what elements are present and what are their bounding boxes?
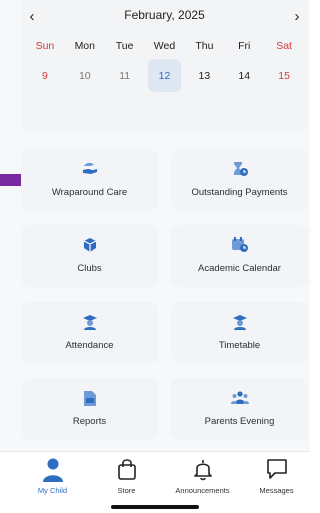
bell-icon [164, 458, 241, 482]
calendar-date[interactable]: 10 [65, 59, 105, 92]
calendar-date[interactable]: 14 [224, 59, 264, 92]
calendar-date[interactable]: 11 [105, 59, 145, 92]
calendar-clock-icon [171, 237, 308, 255]
tile-parents-evening[interactable]: Parents Evening [171, 378, 308, 440]
calendar-date[interactable]: 9 [25, 59, 65, 92]
nav-my-child[interactable]: My Child [14, 458, 91, 498]
graduation-cap-icon [171, 314, 308, 332]
shopping-bag-icon [88, 458, 165, 482]
document-icon [21, 390, 158, 408]
calendar-header: ‹ February, 2025 › [21, 7, 308, 27]
weekday-label: Tue [115, 40, 134, 52]
weekday-label: Sun [35, 40, 55, 52]
chat-bubble-icon [238, 458, 315, 482]
nav-label: Announcements [175, 486, 230, 495]
date-number: 11 [119, 69, 131, 82]
weekday-label: Wed [153, 40, 176, 52]
nav-label: Messages [259, 486, 294, 495]
calendar-date[interactable]: 13 [184, 59, 224, 92]
app-screen: ‹ February, 2025 › Sun Mon Tue Wed Thu F… [0, 0, 310, 513]
tile-clubs[interactable]: Clubs [21, 225, 158, 287]
date-number: 10 [78, 69, 91, 82]
calendar-card: ‹ February, 2025 › Sun Mon Tue Wed Thu F… [21, 0, 308, 131]
tile-academic-calendar[interactable]: Academic Calendar [171, 225, 308, 287]
date-number: 14 [238, 69, 251, 82]
tile-label: Clubs [77, 263, 102, 274]
chevron-right-icon[interactable]: › [289, 7, 305, 27]
weekday-label: Fri [238, 40, 251, 52]
nav-label: Store [117, 486, 136, 495]
tile-label: Timetable [218, 340, 261, 351]
nav-announcements[interactable]: Announcements [164, 458, 241, 498]
calendar-date[interactable]: 15 [264, 59, 304, 92]
nav-store[interactable]: Store [88, 458, 165, 498]
tile-label: Academic Calendar [198, 263, 281, 274]
calendar-month-label: February, 2025 [124, 8, 205, 22]
date-number: 9 [42, 69, 48, 82]
person-icon [14, 458, 91, 482]
bottom-nav: My Child Store Announcements Messages [0, 451, 310, 513]
weekday-row: Sun Mon Tue Wed Thu Fri Sat [25, 40, 304, 52]
tile-wraparound-care[interactable]: Wraparound Care [21, 149, 158, 211]
home-indicator [111, 505, 199, 509]
weekday-label: Mon [74, 40, 95, 52]
tile-label: Attendance [65, 340, 114, 351]
tile-outstanding-payments[interactable]: Outstanding Payments [171, 149, 308, 211]
tile-label: Outstanding Payments [191, 187, 288, 198]
date-row: 9 10 11 12 13 14 15 [25, 59, 304, 92]
hourglass-icon [171, 161, 308, 179]
date-number: 15 [278, 69, 290, 82]
tile-timetable[interactable]: Timetable [171, 302, 308, 364]
tile-label: Reports [72, 416, 107, 427]
tile-label: Wraparound Care [51, 187, 128, 198]
hand-heart-icon [21, 161, 158, 179]
nav-label: My Child [37, 486, 68, 495]
nav-messages[interactable]: Messages [238, 458, 315, 498]
date-number: 13 [198, 69, 211, 82]
cube-icon [21, 237, 158, 255]
graduation-cap-icon [21, 314, 158, 332]
tile-attendance[interactable]: Attendance [21, 302, 158, 364]
date-number: 12 [148, 59, 181, 92]
tile-label: Parents Evening [204, 416, 275, 427]
weekday-label: Sat [276, 40, 292, 52]
weekday-label: Thu [195, 40, 214, 52]
tile-reports[interactable]: Reports [21, 378, 158, 440]
group-icon [171, 390, 308, 408]
calendar-date-selected[interactable]: 12 [145, 59, 185, 92]
